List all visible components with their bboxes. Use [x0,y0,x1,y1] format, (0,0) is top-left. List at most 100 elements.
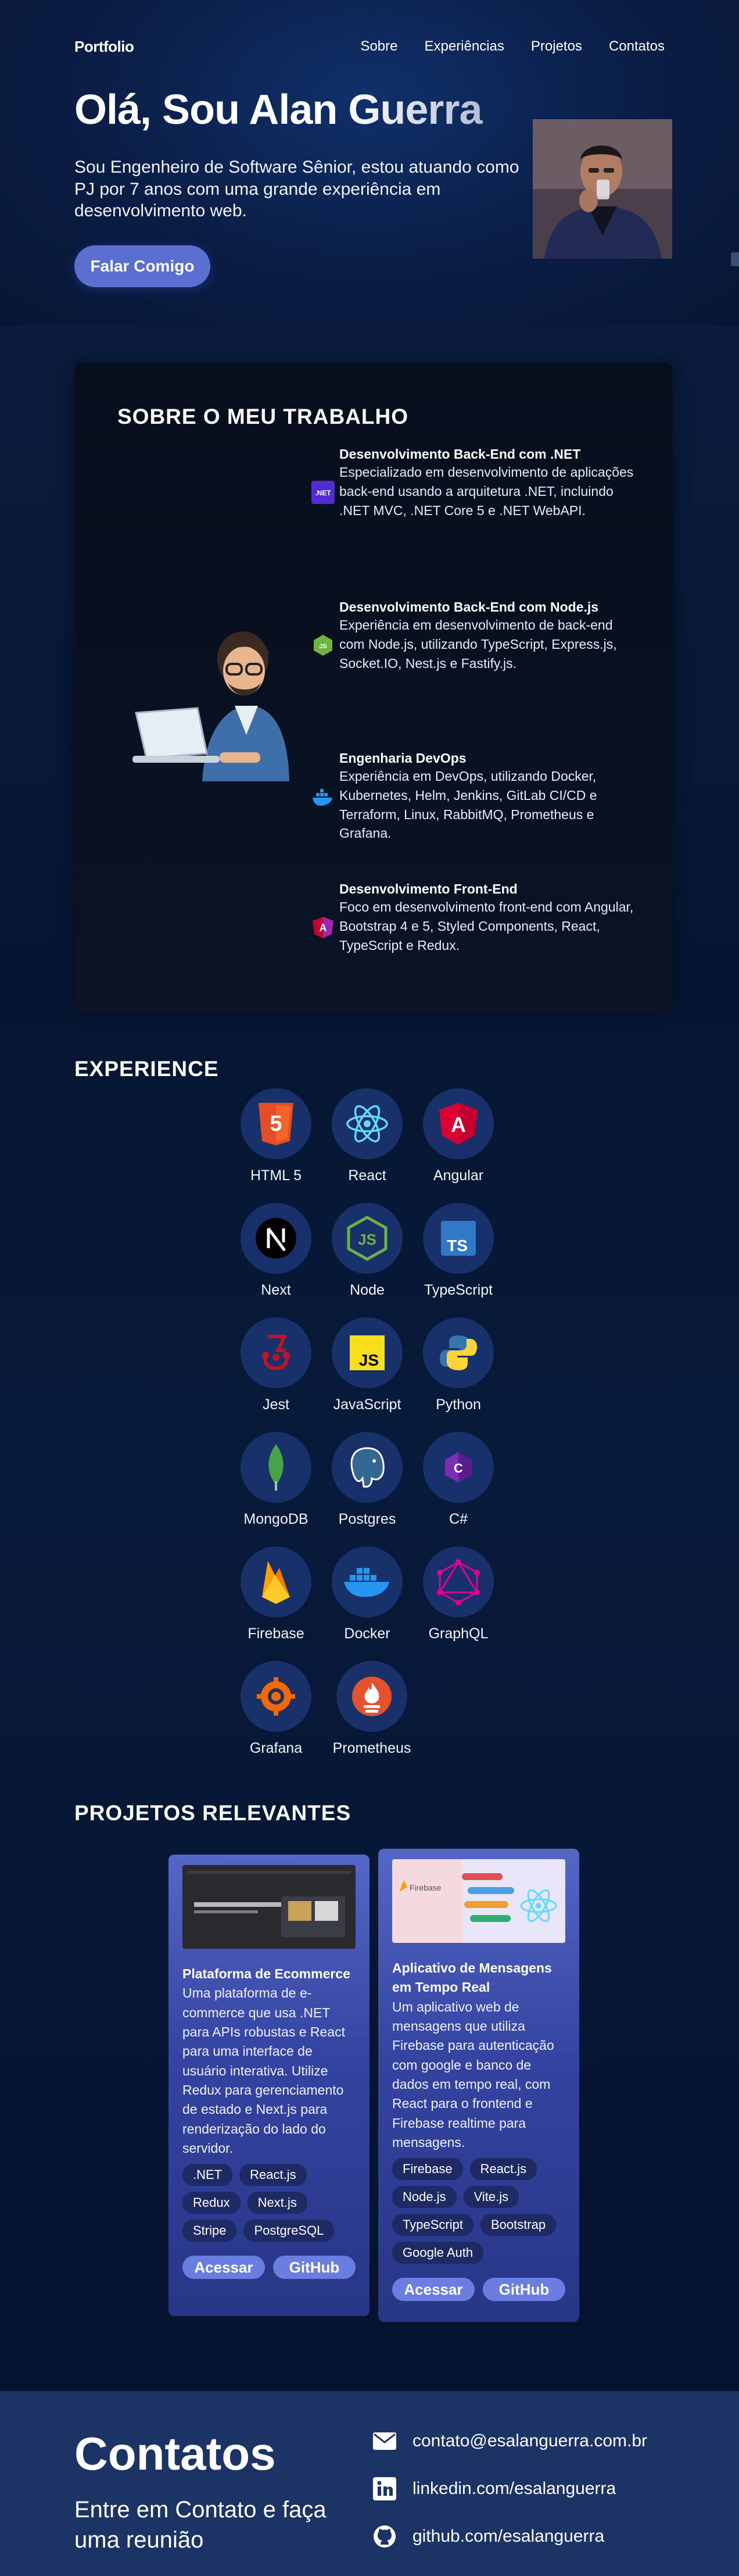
messaging-app-screenshot: Firebase [392,1859,565,1943]
tech-item: GraphQL [415,1546,502,1642]
javascript-icon: JS [350,1335,385,1370]
tech-item: JS JavaScript [324,1317,411,1413]
tech-item: React [324,1088,411,1184]
svg-text:5: 5 [270,1112,282,1136]
skill-title: Engenharia DevOps [339,751,467,766]
project-description: Um aplicativo web de mensagens que utili… [392,1999,554,2150]
tech-item: Python [415,1317,502,1413]
skill-text: Foco em desenvolvimento front-end com An… [339,899,634,953]
svg-text:.NET: .NET [315,489,331,497]
nav-link-projetos[interactable]: Projetos [531,38,582,55]
project-card: Plataforma de Ecommerce Uma plataforma d… [168,1855,370,2316]
tech-item: Prometheus [328,1661,415,1757]
typescript-icon: TS [441,1221,476,1256]
logo[interactable]: Portfolio [74,38,134,56]
svg-text:A: A [320,922,327,934]
tag: React.js [239,2164,307,2186]
profile-photo [533,119,672,259]
hero-subtitle: Sou Engenheiro de Software Sênior, estou… [74,158,519,221]
project-actions: Acessar GitHub [392,2278,565,2302]
hero-text: Olá, Sou Alan Guerra Sou Engenheiro de S… [74,87,528,222]
docker-icon [313,789,332,806]
nodejs-icon: JS [314,635,332,656]
nav-menu: Sobre Experiências Projetos Contatos [360,38,665,55]
tag: Node.js [392,2186,457,2209]
project-title: Aplicativo de Mensagens em Tempo Real [392,1960,552,1995]
skill-title: Desenvolvimento Front-End [339,881,518,896]
side-scroll-tab[interactable] [731,252,739,266]
skill-dotnet: .NET Desenvolvimento Back-End com .NET E… [311,446,637,520]
about-section: SOBRE O MEU TRABALHO .NET Desenvolviment… [74,363,673,1013]
tech-item: Next [232,1203,320,1299]
docker-icon [344,1568,389,1597]
tag: PostgreSQL [243,2220,335,2242]
access-button[interactable]: Acessar [392,2278,475,2302]
graphql-icon [437,1559,480,1605]
projects-title: PROJETOS RELEVANTES [74,1801,351,1825]
nav-link-sobre[interactable]: Sobre [360,38,397,55]
skill-frontend: A Desenvolvimento Front-End Foco em dese… [311,881,637,955]
tech-item: Grafana [232,1661,320,1757]
email-link[interactable]: contato@esalanguerra.com.br [412,2431,647,2451]
project-description: Uma plataforma de e-commerce que usa .NE… [182,1985,345,2156]
tech-item: C C# [415,1432,502,1528]
angular-icon: A [439,1103,478,1145]
tech-item: Firebase [232,1546,320,1642]
svg-text:JS: JS [359,1351,379,1369]
tag: Vite.js [463,2186,519,2209]
skill-title: Desenvolvimento Back-End com Node.js [339,599,599,614]
svg-text:C: C [454,1461,463,1475]
tech-item: Jest [232,1317,320,1413]
project-tags: Firebase React.js Node.js Vite.js TypeSc… [392,2158,565,2264]
contact-email: contato@esalanguerra.com.br [372,2427,647,2455]
thumb-firebase-label: Firebase [410,1883,442,1892]
contact-list: contato@esalanguerra.com.br linkedin.com… [372,2427,647,2570]
github-link[interactable]: github.com/esalanguerra [412,2527,604,2546]
contacts-subtitle: Entre em Contato e faça uma reunião [74,2497,327,2553]
react-icon [346,1105,388,1142]
about-title: SOBRE O MEU TRABALHO [117,405,408,428]
ecommerce-screenshot [182,1865,356,1949]
tag: .NET [182,2164,233,2186]
skill-text: Experiência em desenvolvimento de back-e… [339,617,617,671]
contacts-section: Contatos Entre em Contato e faça uma reu… [0,2391,739,2576]
skill-text: Especializado em desenvolvimento de apli… [339,464,634,518]
tag: Google Auth [392,2242,484,2264]
csharp-icon: C [445,1452,472,1482]
postgres-icon [350,1447,385,1488]
developer-illustration [132,619,295,781]
grafana-icon [257,1677,295,1716]
linkedin-icon [372,2476,397,2502]
mongodb-icon [268,1444,284,1491]
svg-text:A: A [451,1113,466,1137]
project-actions: Acessar GitHub [182,2256,356,2280]
github-button[interactable]: GitHub [483,2278,565,2302]
tech-item: Postgres [324,1432,411,1528]
contact-me-button[interactable]: Falar Comigo [74,245,210,287]
tag: React.js [469,2158,537,2181]
access-button[interactable]: Acessar [182,2256,265,2280]
tech-item: JS Node [324,1203,411,1299]
hero-section: Portfolio Sobre Experiências Projetos Co… [0,0,739,326]
skill-title: Desenvolvimento Back-End com .NET [339,446,581,462]
skill-nodejs: JS Desenvolvimento Back-End com Node.js … [311,599,637,673]
contact-linkedin: linkedin.com/esalanguerra [372,2475,647,2503]
skill-text: Experiência em DevOps, utilizando Docker… [339,768,597,841]
linkedin-link[interactable]: linkedin.com/esalanguerra [412,2479,616,2499]
project-title: Plataforma de Ecommerce [182,1966,350,1981]
tag: Bootstrap [480,2214,557,2236]
nodejs-icon: JS [347,1216,388,1261]
skill-devops: Engenharia DevOps Experiência em DevOps,… [311,750,637,843]
tech-item: TS TypeScript [415,1203,502,1299]
github-button[interactable]: GitHub [273,2256,356,2280]
svg-text:TS: TS [447,1237,468,1255]
project-card: Firebase Aplicativo de Mensagens em Temp… [378,1849,579,2322]
tag: Firebase [392,2158,463,2181]
top-nav: Portfolio Sobre Experiências Projetos Co… [74,35,665,58]
mail-icon [372,2428,397,2454]
tag: TypeScript [392,2214,473,2236]
nav-link-contatos[interactable]: Contatos [609,38,665,55]
svg-text:JS: JS [319,643,327,650]
nav-link-experiencias[interactable]: Experiências [424,38,504,55]
tech-item: A Angular [415,1088,502,1184]
